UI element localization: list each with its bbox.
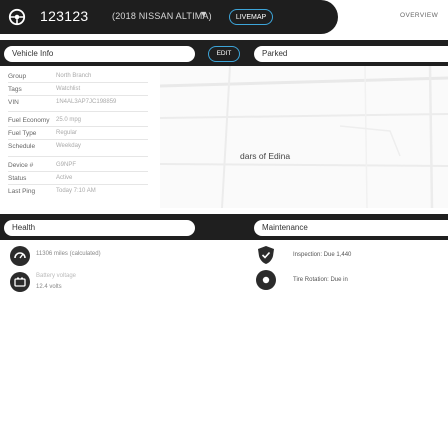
vehicle-map[interactable] <box>160 66 448 208</box>
vehicle-info-title: Vehicle Info <box>4 46 195 62</box>
divider <box>8 111 148 112</box>
odometer-icon <box>10 246 30 266</box>
shield-check-icon <box>258 246 274 264</box>
device-label: Device # <box>8 162 34 169</box>
vin-value: 1N4AL3AP7JC198859 <box>56 99 117 105</box>
schedule-value: Weekday <box>56 143 81 149</box>
vehicle-id[interactable]: 123123 <box>40 8 89 24</box>
divider <box>8 139 148 140</box>
tab-overview[interactable]: OVERVIEW <box>400 12 438 19</box>
divider <box>8 82 148 83</box>
status-value: Active <box>56 175 73 181</box>
group-label: Group <box>8 73 27 80</box>
health-title: Health <box>4 220 195 236</box>
divider <box>8 156 148 157</box>
last-ping-value: Today 7:10 AM <box>56 188 96 194</box>
battery-value: 12.4 volts <box>36 284 62 290</box>
schedule-label: Schedule <box>8 143 36 150</box>
inspection-status[interactable]: Inspection: Due 1,440 <box>293 252 351 258</box>
status-label: Status <box>8 175 27 182</box>
livemap-button[interactable]: LIVEMAP <box>229 9 273 25</box>
edit-button[interactable]: EDIT <box>208 46 240 62</box>
maintenance-title: Maintenance <box>254 220 448 236</box>
vin-label: VIN <box>8 99 19 106</box>
device-value: G9NPF <box>56 162 77 168</box>
group-value: North Branch <box>56 73 92 79</box>
chevron-down-icon[interactable]: ▾ <box>201 9 206 20</box>
steering-wheel-icon <box>8 8 26 26</box>
fuel-type-value: Regular <box>56 130 78 136</box>
fuel-economy-value: 25.0 mpg <box>56 117 82 123</box>
divider <box>8 95 148 96</box>
tags-label: Tags <box>8 86 22 93</box>
divider <box>8 126 148 127</box>
last-ping-label: Last Ping <box>8 188 36 195</box>
divider <box>8 184 148 185</box>
fuel-type-label: Fuel Type <box>8 130 37 137</box>
divider <box>8 171 148 172</box>
battery-label: Battery voltage <box>36 273 77 279</box>
map-roads <box>160 66 448 208</box>
map-place-label: dars of Edina <box>240 151 291 161</box>
odometer-value: 11306 miles (calculated) <box>36 251 101 257</box>
tags-value: Watchlist <box>56 86 81 92</box>
parked-status: Parked <box>254 46 448 62</box>
battery-icon <box>10 272 30 292</box>
tire-icon <box>256 270 276 290</box>
fuel-economy-label: Fuel Economy <box>8 117 50 124</box>
vehicle-model[interactable]: (2018 NISSAN ALTIMA) <box>112 11 212 21</box>
tire-rotation-status[interactable]: Tire Rotation: Due in <box>293 277 348 283</box>
